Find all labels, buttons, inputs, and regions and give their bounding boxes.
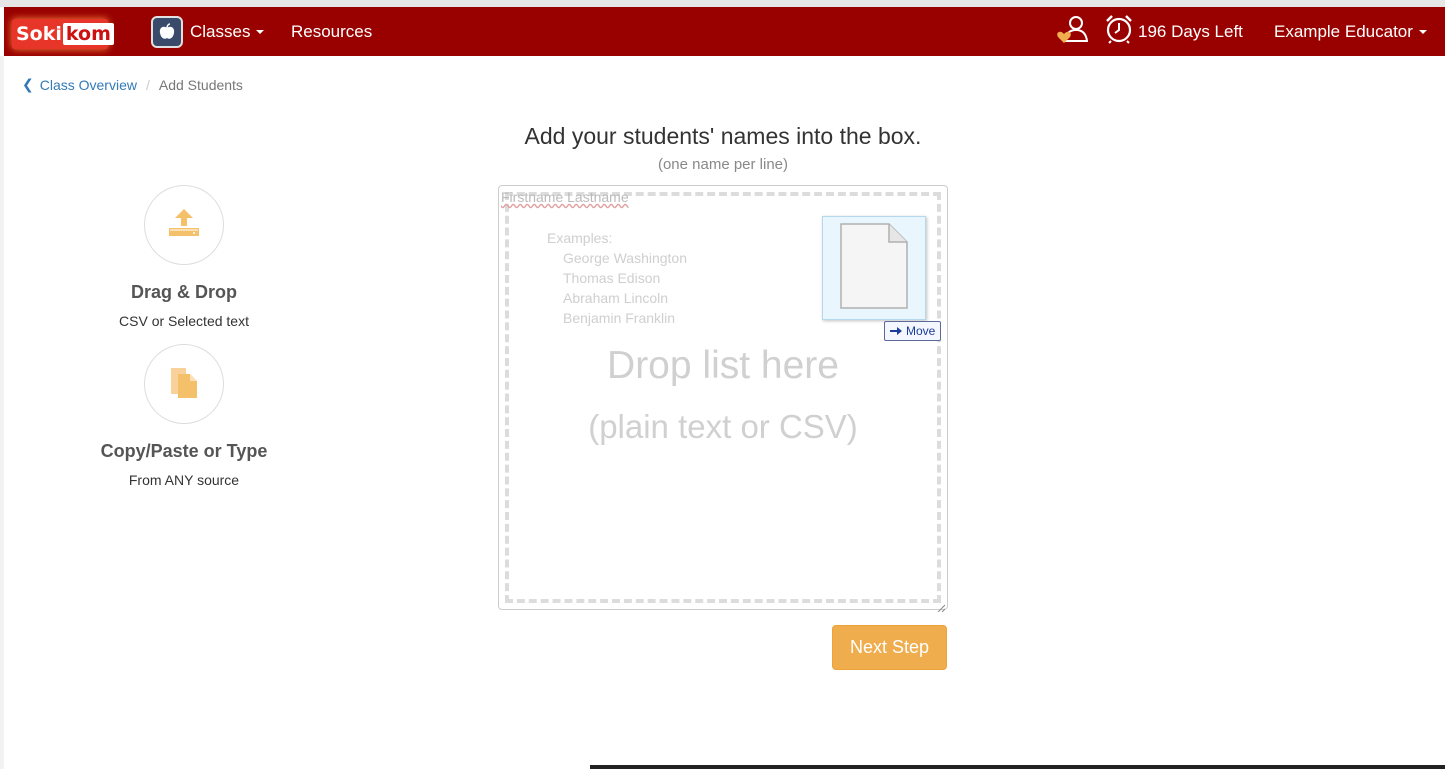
example-name: Thomas Edison xyxy=(563,270,661,286)
user-heart-icon xyxy=(1056,13,1089,50)
examples-label: Examples: xyxy=(547,230,613,246)
user-name: Example Educator xyxy=(1274,21,1413,41)
drag-move-tooltip: Move xyxy=(884,321,942,341)
feature-copy-paste: Copy/Paste or Type From ANY source xyxy=(74,344,294,488)
breadcrumb: ❮ Class Overview / Add Students xyxy=(22,76,243,93)
resources-label: Resources xyxy=(291,21,373,41)
drop-zone-subtitle: (plain text or CSV) xyxy=(588,408,858,445)
feature-drag-drop: Drag & Drop CSV or Selected text xyxy=(74,185,294,329)
move-label: Move xyxy=(906,324,936,338)
logo-text-part1: Soki xyxy=(16,23,62,45)
example-name: Benjamin Franklin xyxy=(563,310,676,326)
next-step-button[interactable]: Next Step xyxy=(832,625,947,670)
chevron-down-icon xyxy=(256,29,265,34)
breadcrumb-back-link[interactable]: ❮ Class Overview xyxy=(22,76,137,93)
window-top-strip xyxy=(0,0,1445,7)
textarea-placeholder: Firstname Lastname xyxy=(501,189,629,205)
resize-handle-icon[interactable] xyxy=(937,599,946,613)
example-name: George Washington xyxy=(563,250,687,266)
drop-zone-title: Drop list here xyxy=(607,344,839,387)
feature-subtitle: CSV or Selected text xyxy=(119,313,249,329)
student-names-textarea[interactable]: Firstname Lastname Examples: George Wash… xyxy=(498,185,948,613)
chevron-left-icon: ❮ xyxy=(22,76,34,92)
student-hearts-button[interactable] xyxy=(1056,7,1089,56)
classes-label: Classes xyxy=(190,21,251,41)
top-navbar: Soki kom Classes Resources 196 Days Left… xyxy=(4,7,1445,56)
copy-icon xyxy=(166,364,202,405)
upload-icon xyxy=(167,206,201,245)
feature-icon-circle xyxy=(144,185,224,265)
alarm-clock-icon xyxy=(1104,14,1134,49)
arrow-right-icon xyxy=(890,326,902,336)
days-left-indicator[interactable]: 196 Days Left xyxy=(1104,7,1243,56)
dragged-file-preview xyxy=(822,216,926,320)
breadcrumb-separator: / xyxy=(145,76,150,93)
sokikom-logo[interactable]: Soki kom xyxy=(12,19,114,49)
feature-title: Copy/Paste or Type xyxy=(100,441,268,461)
days-left-text: 196 Days Left xyxy=(1138,21,1243,41)
breadcrumb-back-label: Class Overview xyxy=(39,76,137,93)
examples-list: Examples: George Washington Thomas Ediso… xyxy=(547,228,687,328)
breadcrumb-current: Add Students xyxy=(158,76,243,93)
feature-title: Drag & Drop xyxy=(130,282,237,302)
file-icon xyxy=(839,222,909,315)
feature-icon-circle xyxy=(144,344,224,424)
window-edge xyxy=(590,765,1445,769)
chevron-down-icon xyxy=(1418,29,1427,34)
example-name: Abraham Lincoln xyxy=(563,290,669,306)
page-heading: Add your students' names into the box. xyxy=(524,123,922,149)
classes-menu[interactable]: Classes xyxy=(151,7,265,56)
left-edge xyxy=(0,56,4,769)
resources-link[interactable]: Resources xyxy=(291,7,372,56)
feature-subtitle: From ANY source xyxy=(128,472,240,488)
apple-icon xyxy=(151,15,183,48)
page-subheading: (one name per line) xyxy=(657,156,789,173)
user-menu[interactable]: Example Educator xyxy=(1274,7,1427,56)
logo-text-part2: kom xyxy=(62,23,114,45)
